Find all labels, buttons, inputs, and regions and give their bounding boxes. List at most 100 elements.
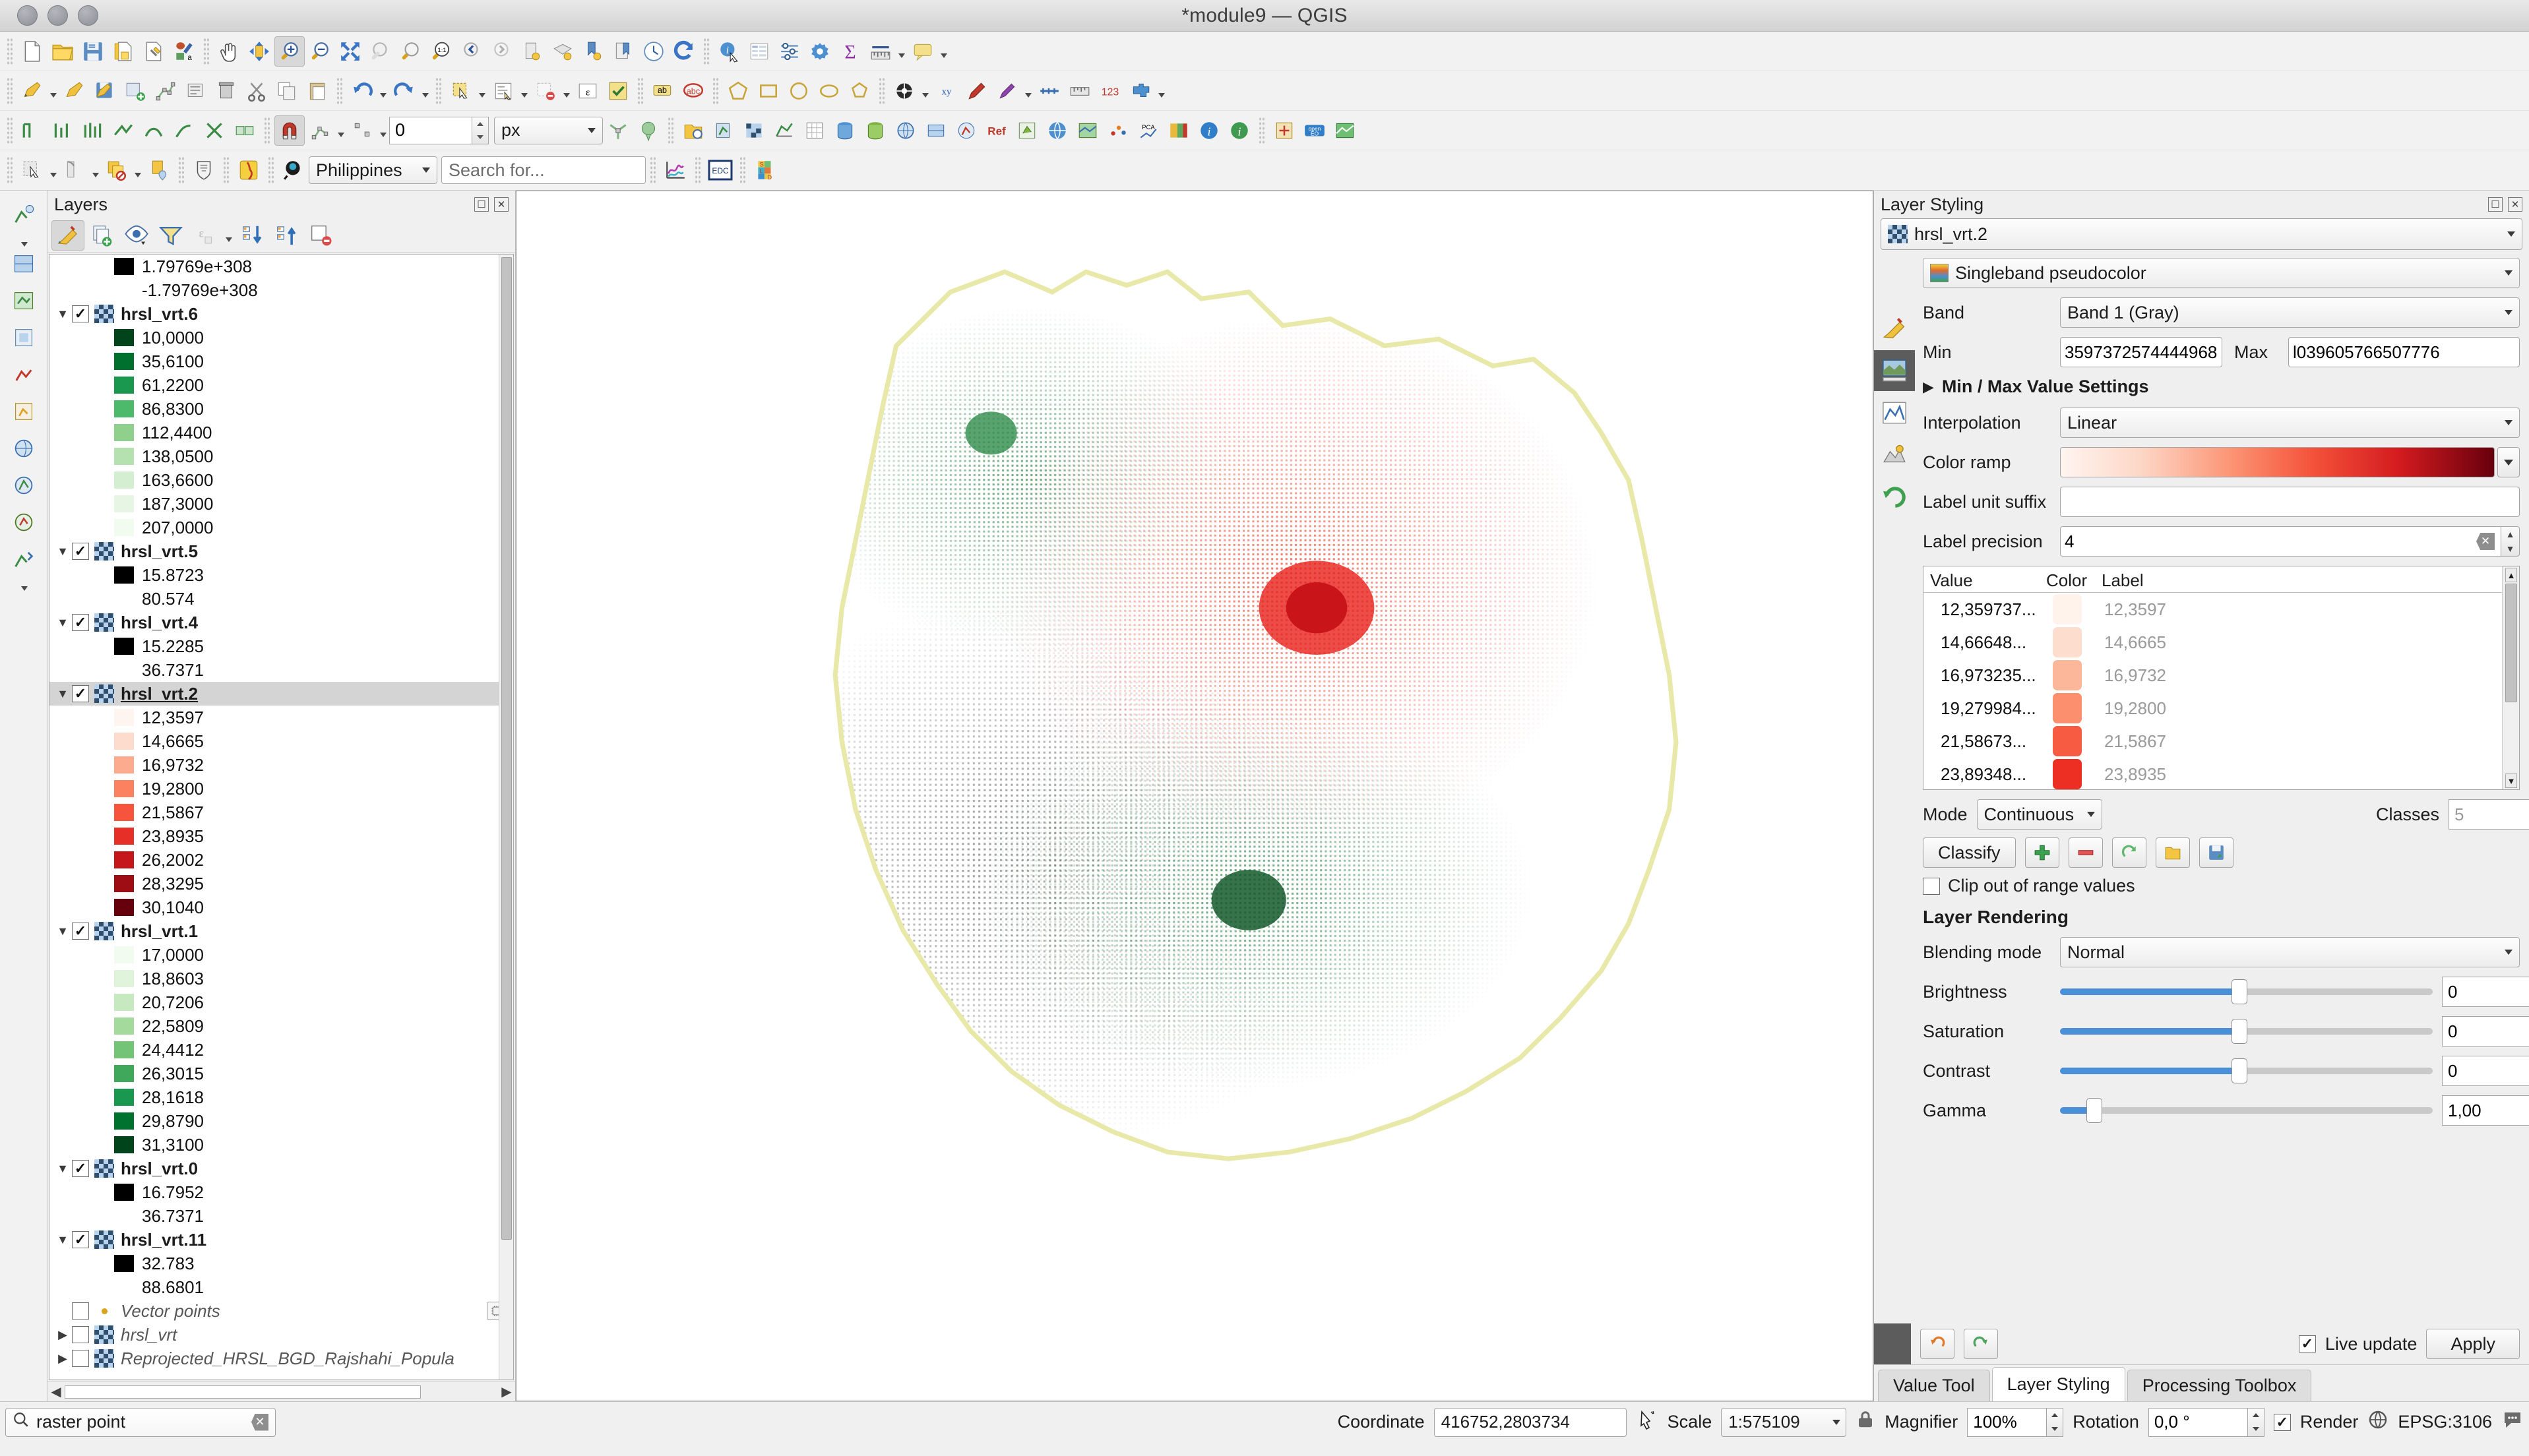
toolbar-grip[interactable] bbox=[435, 76, 442, 105]
collapse-arrow-icon[interactable]: ▼ bbox=[53, 307, 72, 321]
crs-globe-icon[interactable] bbox=[2367, 1409, 2388, 1435]
add-wms-layer-icon[interactable] bbox=[890, 115, 921, 146]
legend-entry[interactable]: 22,5809 bbox=[49, 1014, 513, 1038]
layer-visibility-checkbox[interactable]: ✓ bbox=[72, 614, 89, 631]
layer-tree-item[interactable]: ▶ hrsl_vrt bbox=[49, 1323, 513, 1347]
select-area-icon[interactable] bbox=[17, 155, 47, 185]
classes-input[interactable] bbox=[2449, 799, 2529, 830]
expand-arrow-icon[interactable]: ▶ bbox=[53, 1328, 72, 1342]
legend-entry[interactable]: 31,3100 bbox=[49, 1133, 513, 1157]
layers-tree-rows[interactable]: 1.79769e+308 -1.79769e+308 ▼ ✓ hrsl_vrt.6 10,… bbox=[49, 255, 513, 1370]
redo-dropdown-arrow-icon[interactable] bbox=[420, 76, 431, 106]
pen-tool-2-icon[interactable] bbox=[992, 76, 1022, 106]
layer-visibility-checkbox[interactable]: ✓ bbox=[72, 305, 89, 322]
pen-dropdown-arrow-icon[interactable] bbox=[1022, 76, 1034, 106]
expression-filter-dropdown-arrow-icon[interactable] bbox=[223, 220, 235, 251]
layer-visibility-checkbox[interactable] bbox=[72, 1302, 89, 1320]
locator-search[interactable]: raster point ✕ bbox=[5, 1407, 276, 1437]
add-rectangle-icon[interactable] bbox=[753, 76, 784, 106]
add-vector-tile-dropdown-arrow-icon[interactable] bbox=[18, 578, 30, 589]
collapse-arrow-icon[interactable]: ▼ bbox=[53, 1233, 72, 1247]
open-eo-icon[interactable]: open EO bbox=[1299, 115, 1330, 146]
new-memory-layer-icon[interactable] bbox=[5, 320, 43, 355]
color-map-value[interactable]: 21,58673... bbox=[1923, 731, 2040, 752]
coordinate-field[interactable]: 416752,2803734 bbox=[1433, 1407, 1627, 1437]
minmax-settings-row[interactable]: ▶ Min / Max Value Settings bbox=[1923, 377, 2520, 397]
style-manager-palette-icon[interactable]: a bbox=[169, 36, 199, 67]
clear-locator-icon[interactable]: ✕ bbox=[251, 1413, 268, 1431]
snap-to-topology-icon[interactable] bbox=[603, 115, 633, 146]
legend-entry[interactable]: 30,1040 bbox=[49, 895, 513, 919]
magnifier-updown[interactable] bbox=[2046, 1407, 2064, 1437]
select-by-value-icon[interactable] bbox=[488, 76, 518, 106]
offset-curve-icon[interactable] bbox=[139, 115, 169, 146]
legend-entry[interactable]: 163,6600 bbox=[49, 468, 513, 492]
reload-icon[interactable] bbox=[2111, 837, 2146, 868]
legend-entry[interactable]: 24,4412 bbox=[49, 1038, 513, 1062]
layers-vertical-scrollbar[interactable] bbox=[499, 255, 513, 1380]
highlight-pinned-labels-icon[interactable]: abc bbox=[678, 76, 708, 106]
panel-tab-layer-styling[interactable]: Layer Styling bbox=[1991, 1367, 2125, 1401]
color-table-scrollbar[interactable]: ▲ ▼ bbox=[2502, 566, 2519, 789]
gamma-input[interactable] bbox=[2442, 1095, 2529, 1126]
legend-entry[interactable]: 88.6801 bbox=[49, 1275, 513, 1299]
split-features-icon[interactable] bbox=[199, 115, 230, 146]
add-vector-layer-icon[interactable] bbox=[708, 115, 739, 146]
blending-mode-combo[interactable]: Normal bbox=[2060, 937, 2520, 967]
legend-entry[interactable]: 18,8603 bbox=[49, 967, 513, 990]
rotation-input[interactable] bbox=[2148, 1407, 2247, 1437]
legend-entry[interactable]: 23,8935 bbox=[49, 824, 513, 848]
undock-panel-button[interactable]: ☐ bbox=[474, 197, 489, 212]
legend-entry[interactable]: 15.8723 bbox=[49, 563, 513, 587]
zoom-out-icon[interactable] bbox=[305, 36, 335, 67]
toggle-extents-icon[interactable] bbox=[1636, 1409, 1658, 1435]
layer-visibility-checkbox[interactable]: ✓ bbox=[72, 923, 89, 940]
color-table-scroll-down-icon[interactable]: ▼ bbox=[2505, 774, 2517, 788]
field-calculator-icon[interactable] bbox=[774, 36, 805, 67]
collapse-arrow-icon[interactable]: ▼ bbox=[53, 545, 72, 559]
color-table-scroll-up-icon[interactable]: ▲ bbox=[2505, 568, 2517, 582]
legend-entry[interactable]: 21,5867 bbox=[49, 801, 513, 824]
copy-features-icon[interactable] bbox=[272, 76, 302, 106]
contrast-slider[interactable] bbox=[2060, 1056, 2433, 1086]
color-ramp-preview[interactable] bbox=[2060, 447, 2495, 477]
zoom-next-icon[interactable] bbox=[487, 36, 517, 67]
toolbar-grip[interactable] bbox=[223, 156, 230, 184]
current-edits-dropdown-arrow-icon[interactable] bbox=[47, 76, 59, 106]
legend-entry[interactable]: 12,3597 bbox=[49, 706, 513, 729]
add-wcs-layer-icon[interactable] bbox=[921, 115, 951, 146]
toolbar-grip[interactable] bbox=[7, 116, 13, 144]
plugin-manager-icon[interactable] bbox=[1125, 76, 1156, 106]
snapping-options-icon[interactable] bbox=[305, 115, 335, 146]
clip-checkbox[interactable] bbox=[1923, 877, 1940, 895]
toolbar-grip[interactable] bbox=[203, 37, 210, 65]
reshape-features-icon[interactable] bbox=[169, 115, 199, 146]
legend-entry[interactable]: 112,4400 bbox=[49, 421, 513, 444]
legend-entry[interactable]: 86,8300 bbox=[49, 397, 513, 421]
color-map-swatch[interactable] bbox=[2053, 660, 2082, 690]
add-wms-vertical-icon[interactable] bbox=[5, 431, 43, 466]
legend-entry[interactable]: 28,1618 bbox=[49, 1085, 513, 1109]
layer-visibility-checkbox[interactable]: ✓ bbox=[72, 543, 89, 560]
toolbar-grip[interactable] bbox=[703, 37, 710, 65]
color-map-label[interactable]: 19,2800 bbox=[2095, 698, 2519, 719]
legend-entry[interactable]: 36.7371 bbox=[49, 658, 513, 682]
map-tips-dropdown-arrow-icon[interactable] bbox=[938, 36, 950, 67]
snapping-tolerance-updown[interactable] bbox=[472, 116, 489, 144]
add-mesh-layer-icon[interactable] bbox=[769, 115, 799, 146]
legend-entry[interactable]: 32.783 bbox=[49, 1252, 513, 1275]
color-map-value[interactable]: 19,279984... bbox=[1923, 698, 2040, 719]
gamma-knob[interactable] bbox=[2086, 1098, 2102, 1123]
select-features-by-expression-icon[interactable]: ε bbox=[573, 76, 603, 106]
layer-tree-item[interactable]: ▼ ✓ hrsl_vrt.11 bbox=[49, 1228, 513, 1252]
add-postgis-layer-icon[interactable] bbox=[830, 115, 860, 146]
map-tips-icon[interactable] bbox=[908, 36, 938, 67]
save-layer-edits-icon[interactable] bbox=[90, 76, 120, 106]
toolbar-grip[interactable] bbox=[739, 156, 746, 184]
tab-transparency-icon[interactable] bbox=[1874, 350, 1915, 391]
ruler-icon[interactable] bbox=[1065, 76, 1095, 106]
georeferencer-icon[interactable] bbox=[889, 76, 920, 106]
color-map-row[interactable]: 16,973235... 16,9732 bbox=[1923, 659, 2519, 692]
color-map-label[interactable]: 14,6665 bbox=[2095, 632, 2519, 653]
brightness-slider[interactable] bbox=[2060, 977, 2433, 1007]
